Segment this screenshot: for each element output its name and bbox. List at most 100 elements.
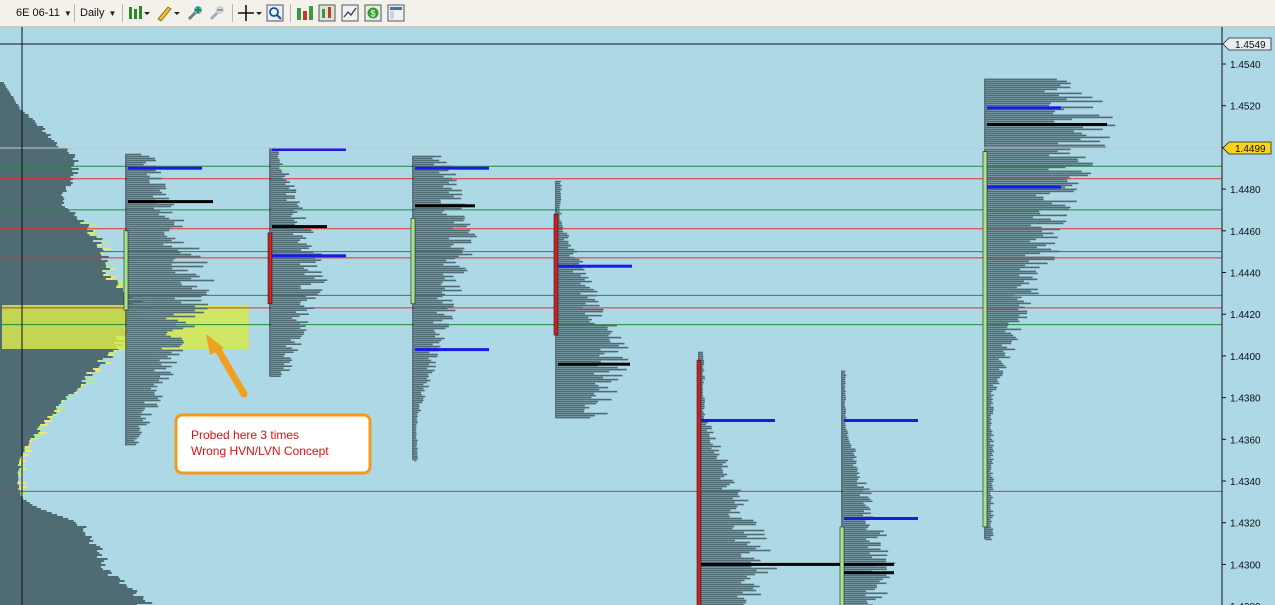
profile-bar — [986, 232, 1054, 235]
composite-profile-bar — [0, 104, 19, 106]
profile-bar — [843, 446, 851, 449]
composite-profile-edge — [96, 236, 101, 238]
period-selector[interactable]: Daily ▼ — [80, 3, 116, 23]
profile-bar — [127, 247, 200, 250]
profile-bar — [557, 394, 596, 397]
profile-bar — [271, 173, 290, 175]
indicators-icon[interactable] — [296, 4, 314, 22]
composite-profile-bar — [0, 88, 8, 90]
profile-bar — [557, 298, 596, 301]
profile-bar — [127, 225, 183, 228]
profile-bar — [700, 543, 748, 546]
composite-profile-bar — [0, 472, 19, 474]
magnifier-icon[interactable] — [266, 4, 284, 22]
profile-bar — [557, 316, 589, 319]
profile-bar — [127, 353, 180, 356]
profile-bar — [271, 349, 298, 351]
profile-bar — [127, 281, 181, 284]
profile-bar — [414, 299, 453, 302]
profile-bar — [414, 353, 438, 356]
composite-profile-bar — [0, 260, 108, 262]
profile-bar — [843, 472, 860, 475]
profile-bar — [127, 229, 170, 232]
profile-bar — [986, 370, 1003, 373]
profile-bar — [414, 227, 453, 230]
profile-bar — [986, 194, 1036, 197]
profile-bar — [271, 247, 309, 249]
profile-bar — [127, 395, 163, 398]
profile-bar — [700, 443, 713, 446]
instrument-selector[interactable]: 6E 06-11 ▼ — [16, 3, 72, 23]
profile-bar — [843, 410, 846, 413]
profile-bar — [700, 355, 704, 358]
dollar-icon[interactable]: $ — [364, 4, 382, 22]
profile-bar — [271, 341, 295, 343]
profile-bar — [843, 596, 883, 599]
composite-profile-edge — [101, 242, 109, 244]
profile-bar — [557, 242, 569, 245]
profile-bar — [557, 412, 608, 415]
profile-bar — [557, 288, 594, 291]
profile-bar — [700, 433, 710, 436]
profile-bar — [843, 466, 857, 469]
composite-profile-edge — [110, 268, 115, 270]
profile-bar — [986, 220, 1067, 223]
axis-tick-label: 1.4520 — [1230, 102, 1261, 113]
profile-bar — [414, 191, 449, 194]
profile-bar — [986, 274, 1020, 277]
profile-bar — [127, 283, 182, 286]
profile-bar — [986, 364, 1005, 367]
composite-profile-bar — [0, 392, 76, 394]
profile-bar — [557, 208, 560, 211]
profile-bar — [271, 177, 283, 179]
profile-bar — [414, 451, 418, 454]
profile-bar — [843, 534, 887, 537]
price-chart[interactable]: Probed here 3 times Wrong HVN/LVN Concep… — [0, 27, 1275, 605]
profile-bar — [986, 344, 1002, 347]
composite-profile-bar — [0, 360, 99, 362]
profile-bar — [986, 254, 1026, 257]
axis-tick-label: 1.4460 — [1230, 227, 1261, 238]
profile-bar — [127, 191, 163, 194]
drawing-pencil-icon[interactable] — [156, 4, 180, 22]
profile-bar — [127, 431, 142, 434]
composite-profile-bar — [0, 588, 133, 590]
composite-profile-bar — [0, 396, 66, 398]
chart-properties-icon[interactable] — [341, 4, 359, 22]
composite-profile-edge — [29, 440, 33, 442]
bar-type-icon[interactable] — [128, 4, 150, 22]
profile-bar — [271, 175, 286, 177]
profile-bar — [271, 233, 294, 235]
profile-bar — [271, 347, 293, 349]
composite-profile-edge — [19, 486, 27, 488]
zoom-in-icon[interactable] — [186, 4, 204, 22]
profile-bar — [843, 400, 845, 403]
profile-candle-body — [410, 218, 416, 305]
profile-bar — [127, 361, 177, 364]
crosshair-icon[interactable] — [238, 4, 262, 22]
profile-bar — [127, 277, 192, 280]
profile-bar — [271, 319, 297, 321]
profile-bar — [127, 379, 159, 382]
profile-bar — [700, 427, 712, 430]
profile-bar — [843, 550, 889, 553]
data-box-icon[interactable] — [387, 4, 405, 22]
profile-bar — [843, 478, 859, 481]
zoom-out-icon[interactable] — [208, 4, 226, 22]
profile-bar — [700, 469, 723, 472]
composite-profile-bar — [0, 602, 153, 604]
composite-profile-bar — [0, 130, 43, 132]
profile-bar — [271, 271, 322, 273]
composite-profile-edge — [24, 448, 29, 450]
profile-bar — [986, 226, 1042, 229]
composite-profile-bar — [0, 122, 36, 124]
composite-profile-bar — [0, 350, 115, 352]
profile-bar — [414, 317, 454, 320]
profile-bar — [843, 404, 845, 407]
profile-bar — [700, 477, 721, 480]
strategies-icon[interactable] — [318, 4, 336, 22]
profile-bar — [414, 199, 441, 202]
profile-bar — [271, 213, 293, 215]
profile-bar — [557, 378, 619, 381]
profile-bar — [127, 301, 182, 304]
